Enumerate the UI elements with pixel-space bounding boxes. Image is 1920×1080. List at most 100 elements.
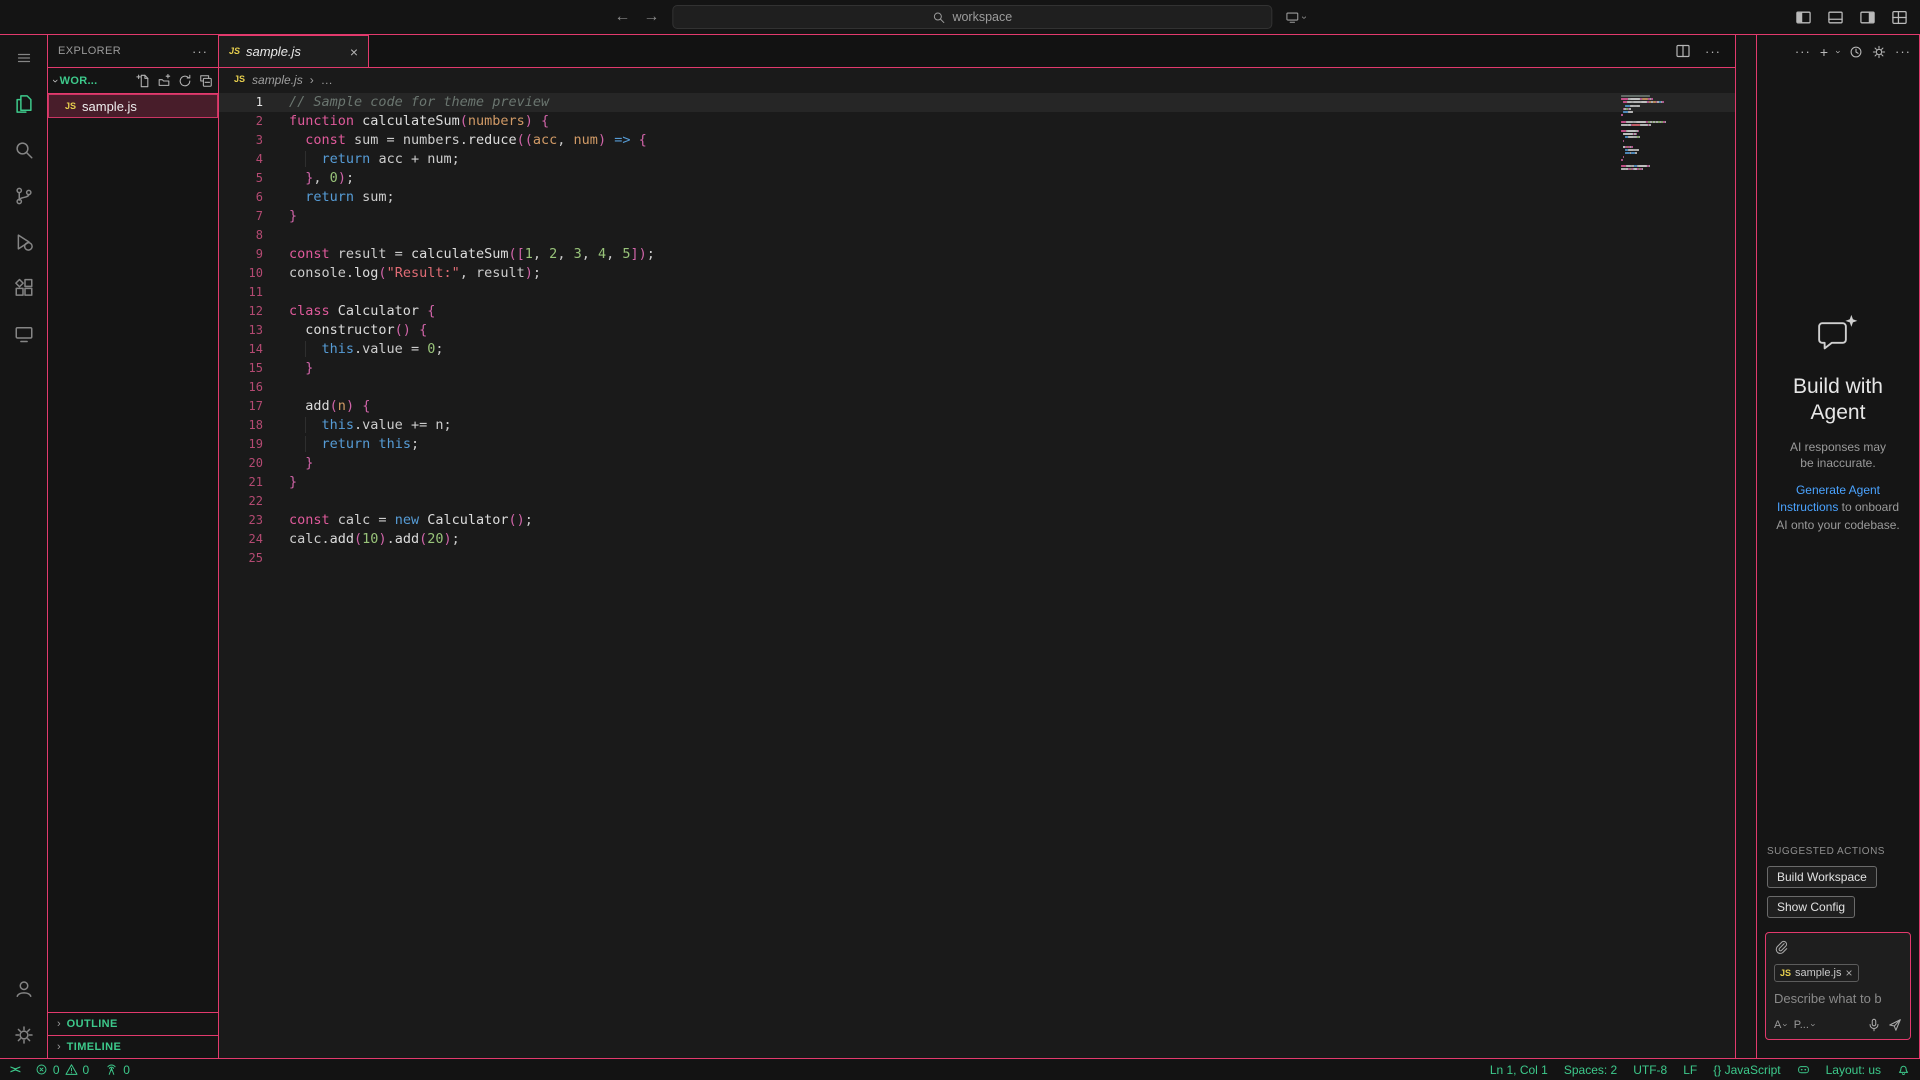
code-line-4[interactable]: 4 return acc + num;	[219, 150, 1735, 169]
remote-window-dropdown[interactable]: ›	[1285, 10, 1305, 24]
code-line-15[interactable]: 15 }	[219, 359, 1735, 378]
agent-mode-dropdown[interactable]: A ›	[1774, 1019, 1787, 1031]
code-line-7[interactable]: 7}	[219, 207, 1735, 226]
workspace-section-header[interactable]: › WOR...	[48, 67, 218, 94]
line-number[interactable]: 5	[219, 169, 263, 188]
code-line-25[interactable]: 25	[219, 549, 1735, 568]
nav-forward-icon[interactable]: →	[643, 8, 659, 26]
cursor-position-status[interactable]: Ln 1, Col 1	[1490, 1063, 1548, 1077]
remote-explorer-icon[interactable]	[0, 311, 47, 357]
code-line-23[interactable]: 23const calc = new Calculator();	[219, 511, 1735, 530]
remote-indicator[interactable]: ><	[10, 1064, 19, 1076]
line-number[interactable]: 1	[219, 93, 263, 112]
line-number[interactable]: 20	[219, 454, 263, 473]
line-number[interactable]: 11	[219, 283, 263, 302]
outline-section-header[interactable]: › OUTLINE	[48, 1012, 218, 1035]
show-config-button[interactable]: Show Config	[1767, 896, 1855, 918]
code-line-20[interactable]: 20 }	[219, 454, 1735, 473]
code-line-14[interactable]: 14 this.value = 0;	[219, 340, 1735, 359]
chevron-down-icon[interactable]: ›	[1834, 50, 1844, 53]
line-number[interactable]: 17	[219, 397, 263, 416]
toggle-secondary-sidebar-icon[interactable]	[1859, 9, 1876, 26]
code-line-24[interactable]: 24calc.add(10).add(20);	[219, 530, 1735, 549]
line-number[interactable]: 16	[219, 378, 263, 397]
line-number[interactable]: 15	[219, 359, 263, 378]
line-number[interactable]: 7	[219, 207, 263, 226]
line-number[interactable]: 4	[219, 150, 263, 169]
line-number[interactable]: 12	[219, 302, 263, 321]
chat-overflow-icon[interactable]: ···	[1895, 44, 1911, 59]
remove-chip-icon[interactable]: ×	[1845, 966, 1852, 980]
explorer-icon[interactable]	[0, 81, 47, 127]
line-number[interactable]: 2	[219, 112, 263, 131]
language-mode-status[interactable]: {} JavaScript	[1713, 1063, 1780, 1077]
minimap[interactable]	[1621, 95, 1665, 175]
menu-icon[interactable]	[0, 35, 47, 81]
toggle-primary-sidebar-icon[interactable]	[1795, 9, 1812, 26]
indentation-status[interactable]: Spaces: 2	[1564, 1063, 1617, 1077]
timeline-section-header[interactable]: › TIMELINE	[48, 1035, 218, 1058]
code-line-22[interactable]: 22	[219, 492, 1735, 511]
nav-back-icon[interactable]: ←	[614, 8, 630, 26]
settings-gear-icon[interactable]	[0, 1012, 47, 1058]
send-message-icon[interactable]	[1888, 1018, 1902, 1032]
code-line-1[interactable]: 1// Sample code for theme preview	[219, 93, 1735, 112]
tab-sample-js[interactable]: JS sample.js ×	[219, 35, 369, 67]
code-line-5[interactable]: 5 }, 0);	[219, 169, 1735, 188]
ports-status[interactable]: 0	[105, 1063, 130, 1077]
line-number[interactable]: 3	[219, 131, 263, 150]
line-number[interactable]: 18	[219, 416, 263, 435]
code-line-19[interactable]: 19 return this;	[219, 435, 1735, 454]
explorer-more-icon[interactable]: ···	[192, 44, 208, 59]
eol-status[interactable]: LF	[1683, 1063, 1697, 1077]
code-line-10[interactable]: 10console.log("Result:", result);	[219, 264, 1735, 283]
collapse-folders-icon[interactable]	[199, 74, 213, 88]
line-number[interactable]: 6	[219, 188, 263, 207]
code-line-17[interactable]: 17 add(n) {	[219, 397, 1735, 416]
line-number[interactable]: 13	[219, 321, 263, 340]
code-line-3[interactable]: 3 const sum = numbers.reduce((acc, num) …	[219, 131, 1735, 150]
chat-more-icon[interactable]: ···	[1795, 44, 1811, 59]
run-debug-icon[interactable]	[0, 219, 47, 265]
code-line-21[interactable]: 21}	[219, 473, 1735, 492]
attach-context-icon[interactable]	[1774, 940, 1788, 954]
close-tab-icon[interactable]: ×	[350, 44, 358, 60]
code-line-8[interactable]: 8	[219, 226, 1735, 245]
line-number[interactable]: 21	[219, 473, 263, 492]
keyboard-layout-status[interactable]: Layout: us	[1826, 1063, 1881, 1077]
account-icon[interactable]	[0, 966, 47, 1012]
code-line-13[interactable]: 13 constructor() {	[219, 321, 1735, 340]
code-line-6[interactable]: 6 return sum;	[219, 188, 1735, 207]
refresh-explorer-icon[interactable]	[178, 74, 192, 88]
file-item-sample-js[interactable]: JS sample.js	[48, 94, 218, 118]
source-control-icon[interactable]	[0, 173, 47, 219]
line-number[interactable]: 22	[219, 492, 263, 511]
line-number[interactable]: 8	[219, 226, 263, 245]
code-line-2[interactable]: 2function calculateSum(numbers) {	[219, 112, 1735, 131]
encoding-status[interactable]: UTF-8	[1633, 1063, 1667, 1077]
chat-input[interactable]: JS sample.js × Describe what to b A › P.…	[1765, 932, 1911, 1040]
editor-chat-sash[interactable]	[1735, 35, 1757, 1058]
copilot-status-icon[interactable]	[1797, 1063, 1810, 1076]
code-line-12[interactable]: 12class Calculator {	[219, 302, 1735, 321]
problems-status[interactable]: 0 0	[35, 1063, 89, 1077]
model-picker-dropdown[interactable]: P... ›	[1794, 1019, 1815, 1031]
voice-input-icon[interactable]	[1867, 1018, 1881, 1032]
line-number[interactable]: 9	[219, 245, 263, 264]
split-editor-icon[interactable]	[1675, 43, 1691, 59]
breadcrumb-file[interactable]: sample.js	[252, 73, 303, 87]
customize-layout-icon[interactable]	[1891, 9, 1908, 26]
context-chip-sample-js[interactable]: JS sample.js ×	[1774, 964, 1859, 982]
line-number[interactable]: 10	[219, 264, 263, 283]
line-number[interactable]: 23	[219, 511, 263, 530]
line-number[interactable]: 19	[219, 435, 263, 454]
line-number[interactable]: 25	[219, 549, 263, 568]
search-view-icon[interactable]	[0, 127, 47, 173]
editor-more-icon[interactable]: ···	[1705, 44, 1721, 59]
toggle-panel-icon[interactable]	[1827, 9, 1844, 26]
extensions-icon[interactable]	[0, 265, 47, 311]
chat-history-icon[interactable]	[1849, 45, 1863, 59]
new-file-icon[interactable]	[136, 74, 150, 88]
new-folder-icon[interactable]	[157, 74, 171, 88]
line-number[interactable]: 14	[219, 340, 263, 359]
